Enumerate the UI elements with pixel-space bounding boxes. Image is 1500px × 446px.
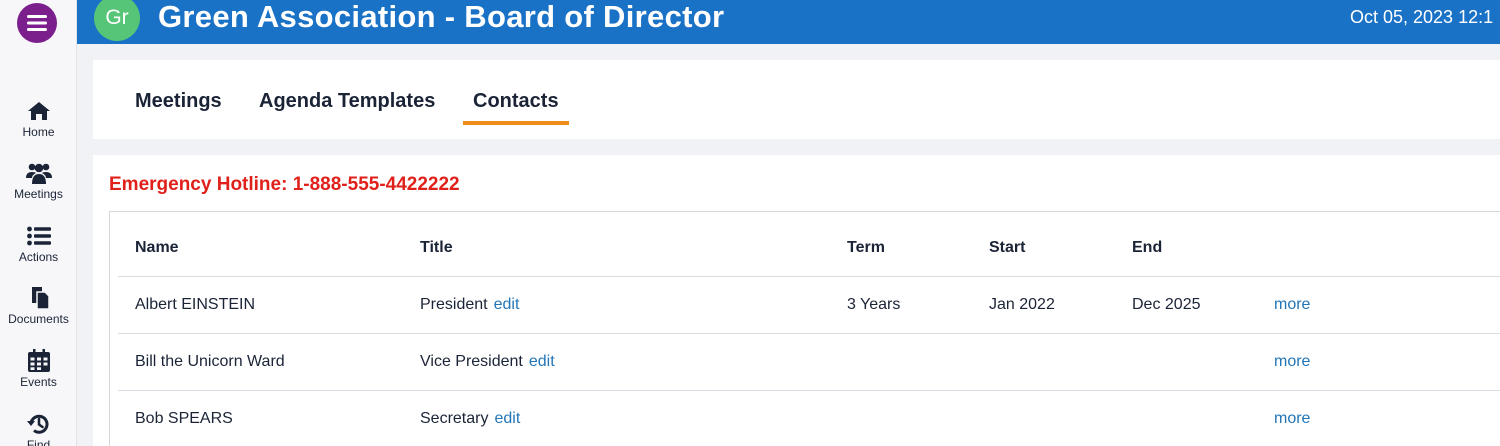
- organization-avatar[interactable]: Gr: [94, 0, 140, 41]
- more-link[interactable]: more: [1274, 353, 1310, 371]
- contact-name: Albert EINSTEIN: [135, 296, 256, 313]
- emergency-hotline: Emergency Hotline: 1-888-555-4422222: [109, 174, 460, 195]
- sidebar-item-actions[interactable]: Actions: [0, 224, 77, 264]
- contact-title-cell: Secretary edit: [420, 410, 520, 428]
- contact-end: Dec 2025: [1132, 296, 1201, 313]
- contact-name: Bob SPEARS: [135, 410, 233, 427]
- sidebar-item-label: Home: [22, 125, 55, 139]
- sidebar-item-documents[interactable]: Documents: [0, 286, 77, 326]
- contact-title-cell: President edit: [420, 296, 519, 314]
- table-header-row: Name Title Term Start End: [118, 219, 1500, 277]
- contact-start: Jan 2022: [989, 296, 1055, 313]
- sidebar-item-label: Meetings: [14, 187, 63, 201]
- sidebar-item-home[interactable]: Home: [0, 99, 77, 139]
- sidebar-item-events[interactable]: Events: [0, 349, 77, 389]
- hamburger-menu-icon: [27, 15, 47, 31]
- tab-meetings[interactable]: Meetings: [135, 90, 222, 113]
- home-icon: [27, 102, 50, 120]
- contact-name: Bill the Unicorn Ward: [135, 353, 285, 370]
- sidebar-item-meetings[interactable]: Meetings: [0, 161, 77, 201]
- list-icon: [26, 226, 51, 246]
- table-row: Bob SPEARS Secretary edit more: [118, 391, 1500, 446]
- contact-title: Secretary: [420, 410, 489, 427]
- app-header: Gr Green Association - Board of Director…: [77, 0, 1500, 44]
- current-datetime: Oct 05, 2023 12:1: [1350, 7, 1494, 27]
- column-header-start[interactable]: Start: [989, 239, 1025, 257]
- users-icon: [25, 163, 52, 184]
- sidebar-item-label: Events: [20, 375, 57, 389]
- edit-title-link[interactable]: edit: [529, 353, 555, 370]
- table-row: Bill the Unicorn Ward Vice President edit…: [118, 334, 1500, 391]
- tab-contacts[interactable]: Contacts: [463, 90, 569, 125]
- tab-agenda-templates[interactable]: Agenda Templates: [259, 90, 435, 113]
- calendar-icon: [27, 349, 50, 372]
- sidebar-item-label: Documents: [8, 312, 69, 326]
- edit-title-link[interactable]: edit: [494, 410, 520, 427]
- edit-title-link[interactable]: edit: [494, 296, 520, 313]
- contact-title: President: [420, 296, 488, 313]
- contact-term: 3 Years: [847, 296, 901, 313]
- contact-title: Vice President: [420, 353, 523, 370]
- column-header-end[interactable]: End: [1132, 239, 1162, 257]
- page-title: Green Association - Board of Director: [158, 0, 725, 34]
- contact-title-cell: Vice President edit: [420, 353, 555, 371]
- table-row: Albert EINSTEIN President edit 3 Years Ja…: [118, 277, 1500, 334]
- sidebar: Home Meetings Actions Documents Events F…: [0, 0, 77, 446]
- more-link[interactable]: more: [1274, 296, 1310, 314]
- documents-icon: [31, 287, 50, 310]
- contacts-table: Name Title Term Start End Albert EINSTEI…: [109, 211, 1500, 446]
- column-header-name[interactable]: Name: [135, 239, 179, 257]
- sidebar-item-label: Find: [26, 438, 51, 446]
- column-header-term[interactable]: Term: [847, 239, 885, 257]
- contacts-panel: Emergency Hotline: 1-888-555-4422222 Nam…: [93, 155, 1500, 446]
- column-header-title[interactable]: Title: [420, 239, 453, 257]
- more-link[interactable]: more: [1274, 410, 1310, 428]
- main-menu-button[interactable]: [17, 3, 57, 43]
- tab-bar: Meetings Agenda Templates Contacts: [93, 60, 1500, 139]
- sidebar-item-label: Actions: [18, 250, 59, 264]
- history-icon: [26, 414, 48, 434]
- sidebar-item-find[interactable]: Find: [0, 412, 77, 446]
